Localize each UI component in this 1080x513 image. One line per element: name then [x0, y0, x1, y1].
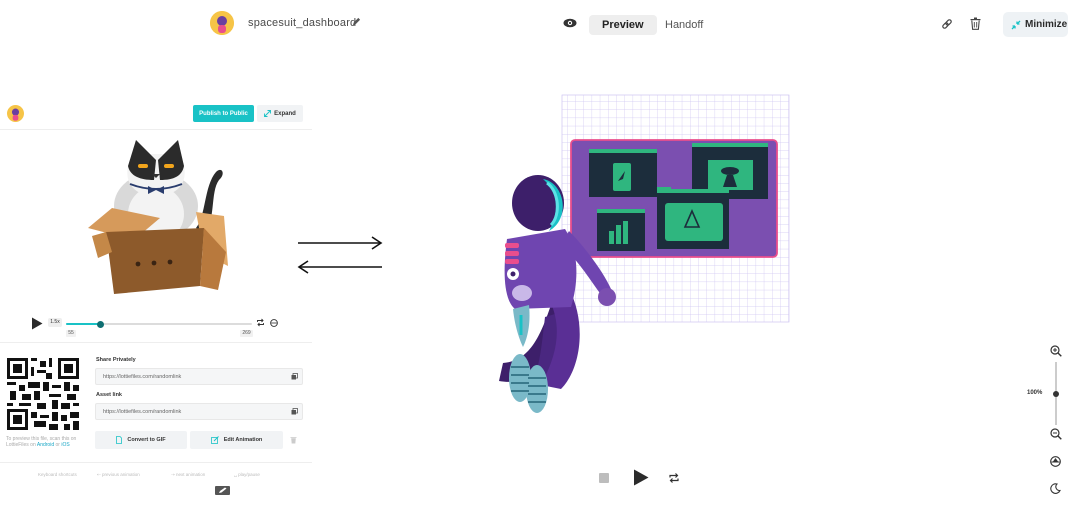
divider	[0, 129, 312, 130]
timeline-progress	[66, 323, 100, 325]
loop-icon[interactable]	[668, 472, 680, 484]
tab-handoff[interactable]: Handoff	[652, 15, 716, 35]
android-link[interactable]: Android	[37, 442, 54, 448]
share-privately-label: Share Privately	[96, 357, 136, 363]
loop-icon[interactable]	[256, 318, 265, 327]
share-link-field[interactable]: https://lottiefiles.com/randomlink	[95, 368, 303, 385]
copy-icon[interactable]	[291, 373, 298, 380]
publish-to-public-button[interactable]: Publish to Public	[193, 105, 254, 122]
pencil-icon[interactable]	[215, 486, 230, 495]
expand-label: Expand	[274, 110, 296, 117]
spacesuit-dashboard-animation	[485, 93, 795, 418]
delete-icon[interactable]	[290, 436, 297, 444]
shortcut-keyboard: Keyboard shortcuts	[38, 472, 77, 477]
asset-link-label: Asset link	[96, 392, 122, 398]
divider	[0, 462, 312, 463]
expand-icon	[264, 110, 272, 117]
trash-icon[interactable]	[970, 17, 981, 30]
asset-link-field[interactable]: https://lottiefiles.com/randomlink	[95, 403, 303, 420]
conversion-arrows	[296, 233, 384, 275]
shortcut-previous: ⇠ previous animation	[97, 472, 140, 477]
avatar[interactable]	[210, 11, 234, 35]
edit-animation-button[interactable]: Edit Animation	[190, 431, 283, 449]
edit-pencil-icon[interactable]	[352, 17, 361, 26]
project-name: spacesuit_dashboard	[248, 17, 357, 29]
play-icon[interactable]	[31, 317, 43, 330]
zoom-out-icon[interactable]	[1050, 428, 1062, 440]
zoom-handle[interactable]	[1052, 391, 1059, 397]
link-icon[interactable]	[941, 18, 953, 30]
timeline-handle[interactable]	[97, 320, 104, 328]
preview-hint-line2: LottieFiles on Android or iOS	[6, 442, 70, 448]
timeline-slider[interactable]	[66, 320, 252, 328]
background-color-icon[interactable]	[1050, 456, 1061, 467]
shortcut-play-pause: ␣ play/pause	[234, 472, 260, 477]
edit-animation-label: Edit Animation	[223, 437, 263, 443]
minimize-icon	[1011, 20, 1021, 30]
start-frame-label: 55	[66, 330, 76, 337]
expand-button[interactable]: Expand	[257, 105, 303, 122]
left-panel: Publish to Public Expand 1.5x 55 269 Sha…	[0, 96, 312, 506]
ios-link[interactable]: iOS	[61, 442, 69, 448]
divider	[0, 342, 312, 343]
preview-hint: To preview this file, scan this on Lotti…	[6, 436, 90, 448]
convert-to-gif-button[interactable]: Convert to GIF	[95, 431, 187, 449]
tab-preview[interactable]: Preview	[589, 15, 657, 35]
zoom-in-icon[interactable]	[1050, 345, 1062, 357]
background-color-icon[interactable]	[270, 319, 278, 327]
qr-code	[7, 358, 79, 430]
speed-selector[interactable]: 1.5x	[48, 318, 62, 327]
cat-in-box-animation	[78, 136, 233, 298]
play-icon[interactable]	[633, 469, 649, 486]
stop-icon[interactable]	[599, 473, 609, 483]
file-icon	[116, 436, 123, 444]
zoom-slider[interactable]	[1052, 362, 1059, 425]
dark-mode-moon-icon[interactable]	[1050, 483, 1061, 494]
convert-to-gif-label: Convert to GIF	[127, 437, 166, 443]
minimize-label: Minimize	[1025, 19, 1068, 30]
end-frame-label: 269	[240, 330, 253, 337]
shortcut-next: ⇢ next animation	[171, 472, 206, 477]
copy-icon[interactable]	[291, 408, 298, 415]
eye-icon[interactable]	[563, 18, 577, 28]
panel-avatar[interactable]	[7, 105, 24, 122]
edit-icon	[210, 436, 219, 444]
zoom-level: 100%	[1027, 390, 1043, 396]
minimize-button[interactable]: Minimize	[1003, 12, 1068, 37]
